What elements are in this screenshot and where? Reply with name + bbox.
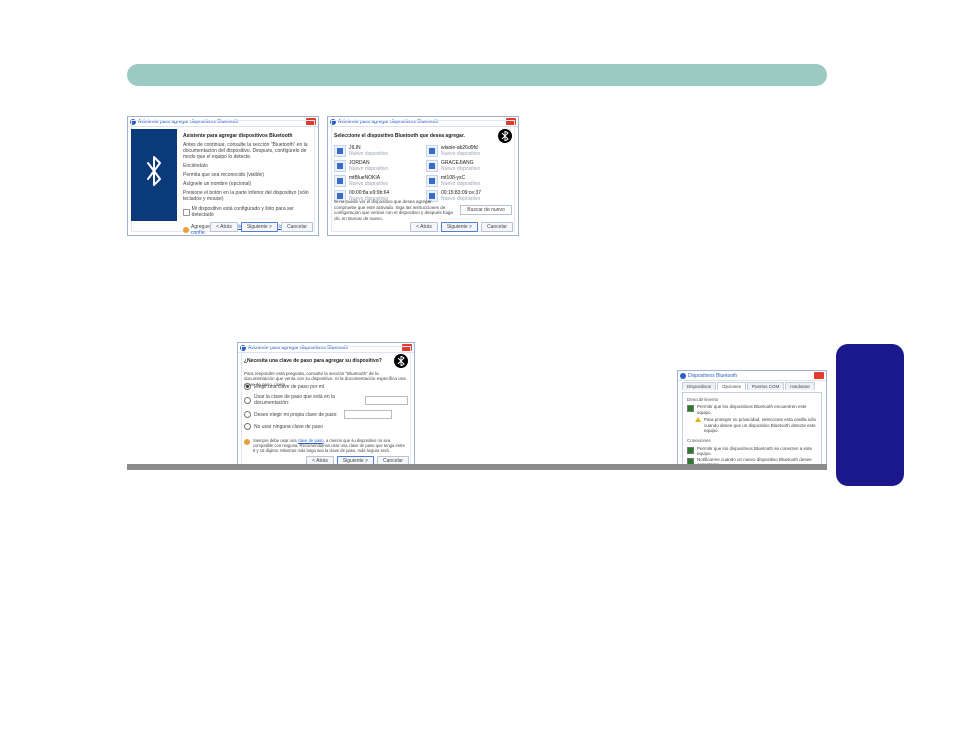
device-sub: Nuevo dispositivo [441,166,480,172]
device-icon [334,160,346,172]
bluetooth-app-icon [680,373,686,379]
info-icon [244,439,250,445]
opt1-label: Elegir una clave de paso por mí [254,384,324,390]
wizard-step1-window: Asistente para agregar dispositivos Blue… [127,116,319,236]
wizard-select-device-window: Asistente para agregar dispositivos Blue… [327,116,519,236]
opt3-label: Deseo elegir mi propia clave de paso: [254,412,338,418]
bluetooth-icon [394,354,408,368]
device-sub: Nuevo dispositivo [441,151,480,157]
search-again-button[interactable]: Buscar de nuevo [460,205,512,215]
next-button[interactable]: Siguiente > [441,222,478,232]
bluetooth-hero-panel [131,129,177,221]
device-icon [334,145,346,157]
discovery-checkbox[interactable]: Permitir que los dispositivos Bluetooth … [687,404,817,415]
discovery-label: Permitir que los dispositivos Bluetooth … [697,404,817,415]
window2-heading: Seleccione el dispositivo Bluetooth que … [334,133,498,139]
bluetooth-icon [498,129,512,143]
passkey-option-none[interactable]: No usar ninguna clave de paso [244,423,408,430]
back-button[interactable]: < Atrás [410,222,438,232]
device-icon [426,145,438,157]
tip-text: Siempre debe usar una clave de paso, a m… [253,438,408,453]
doc-passkey-field[interactable] [365,396,408,405]
window1-para1: Antes de continuar, consulte la sección … [183,142,309,160]
window4-title: Dispositivos Bluetooth [688,373,814,379]
device-item[interactable]: JILINNuevo dispositivo [334,145,420,157]
cancel-button[interactable]: Cancelar [481,222,513,232]
device-item[interactable]: JORDANNuevo dispositivo [334,160,420,172]
window2-note: Si no puede ver el dispositivo que desea… [334,199,456,221]
tab-puertos com[interactable]: Puertos COM [747,382,784,390]
wizard-passkey-window: Asistente para agregar dispositivos Blue… [237,342,415,470]
connect-checkbox[interactable]: Permitir que los dispositivos Bluetooth … [687,446,817,457]
device-icon [426,160,438,172]
back-button[interactable]: < Atrás [210,222,238,232]
ready-checkbox-label: Mi dispositivo está configurado y listo … [192,206,309,218]
group-connections: Conexiones [687,438,817,443]
close-icon[interactable] [814,372,824,379]
tab-opciones[interactable]: Opciones [717,382,746,390]
group-discovery: Descubrimiento [687,397,817,402]
passkey-option-own[interactable]: Deseo elegir mi propia clave de paso: [244,410,408,419]
window1-para2c: Asígnele un nombre (opcional) [183,181,309,187]
ready-checkbox[interactable]: Mi dispositivo está configurado y listo … [183,206,309,218]
tab-dispositivos[interactable]: Dispositivos [682,382,716,390]
window1-para2d: Presione el botón en la parte inferior d… [183,190,309,202]
info-icon [183,227,189,233]
device-sub: Nuevo dispositivo [349,151,388,157]
passkey-option-doc[interactable]: Usar la clave de paso que está en la doc… [244,394,408,406]
tab-hardware[interactable]: Hardware [785,382,815,390]
bluetooth-options-window: Dispositivos Bluetooth DispositivosOpcio… [677,370,827,470]
warning-text: Para proteger su privacidad, seleccione … [704,417,817,433]
device-sub: Nuevo dispositivo [349,166,388,172]
window3-heading: ¿Necesita una clave de paso para agregar… [244,358,394,364]
footer-bar [127,464,827,470]
device-item[interactable]: mtBlueNOKIANuevo dispositivo [334,175,420,187]
bluetooth-icon [143,156,165,193]
device-item[interactable]: GRACEJIANGNuevo dispositivo [426,160,512,172]
device-icon [426,175,438,187]
warning-icon [695,417,701,422]
own-passkey-field[interactable] [344,410,392,419]
window1-para2b: Permita que sea reconocido (visible) [183,172,309,178]
connect-label: Permitir que los dispositivos Bluetooth … [697,446,817,457]
side-index-tab [836,344,904,486]
device-item[interactable]: mt108-yxCNuevo dispositivo [426,175,512,187]
window1-para2a: Enciéndalo [183,163,309,169]
cancel-button[interactable]: Cancelar [281,222,313,232]
device-sub: Nuevo dispositivo [441,181,480,187]
device-item[interactable]: wlanle-ab26d9fdNuevo dispositivo [426,145,512,157]
passkey-option-auto[interactable]: Elegir una clave de paso por mí [244,383,408,390]
opt2-label: Usar la clave de paso que está en la doc… [254,394,359,406]
device-icon [334,175,346,187]
next-button[interactable]: Siguiente > [241,222,278,232]
device-sub: Nuevo dispositivo [349,181,388,187]
section-bar [127,64,827,86]
window1-heading: Asistente para agregar dispositivos Blue… [183,133,309,139]
opt4-label: No usar ninguna clave de paso [254,424,323,430]
